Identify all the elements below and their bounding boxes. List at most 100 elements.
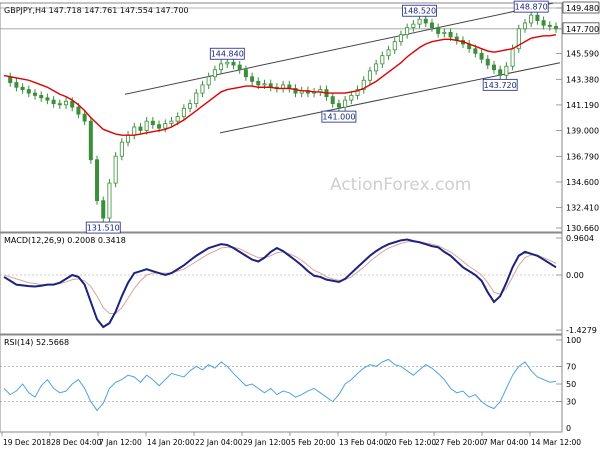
annotation-label: 143.720 <box>484 81 517 90</box>
candle-body <box>522 22 527 30</box>
candle-body <box>45 97 50 101</box>
candle-body <box>188 103 193 109</box>
forex-chart: ActionForex.com GBPJPY,H4 147.718 147.76… <box>0 0 600 447</box>
candle-body <box>504 65 509 76</box>
candle-body <box>101 200 106 219</box>
candle-body <box>119 141 124 157</box>
time-tick-label: 20 Feb 12:00 <box>387 438 436 447</box>
price-annotation: 148.520 <box>402 4 437 17</box>
time-tick-label: 7 Mar 04:00 <box>483 438 529 447</box>
candle-body <box>491 64 496 71</box>
candle-body <box>535 14 540 22</box>
candle-body <box>194 92 199 105</box>
candle-body <box>76 106 81 115</box>
candle-body <box>448 31 453 38</box>
price-tick-label: 130.660 <box>566 224 599 233</box>
macd-tick-label: 0.00 <box>566 271 584 280</box>
time-tick-label: 13 Feb 04:00 <box>339 438 388 447</box>
candle-body <box>20 86 25 90</box>
candle-body <box>181 107 186 117</box>
candle-body <box>51 99 56 105</box>
time-tick-label: 19 Dec 2018 <box>3 438 51 447</box>
candle-body <box>70 100 75 108</box>
price-annotation: 141.000 <box>321 110 357 123</box>
rsi-tick-label: 0 <box>566 424 571 433</box>
price-annotation: 144.840 <box>209 47 245 60</box>
candle-body <box>392 41 397 51</box>
annotation-label: 148.870 <box>515 3 548 12</box>
candle-body <box>144 120 149 131</box>
price-tick-label: 145.590 <box>566 49 599 58</box>
candle-body <box>405 27 410 36</box>
candle-body <box>200 84 205 94</box>
price-tick-label: 141.190 <box>566 101 599 110</box>
rsi-tick-label: 50 <box>566 380 576 389</box>
candle-body <box>479 52 484 60</box>
candle-body <box>473 48 478 54</box>
time-tick-label: 28 Dec 04:00 <box>51 438 102 447</box>
rsi-tick-label: 100 <box>566 336 581 345</box>
candle-body <box>57 103 62 106</box>
candle-body <box>150 120 155 126</box>
macd-title: MACD(12,26,9) 0.2008 0.3418 <box>4 236 126 245</box>
price-tick-label: 132.410 <box>566 204 599 213</box>
candle-body <box>510 48 515 67</box>
price-tick-label: 149.480 <box>566 4 599 13</box>
time-tick-label: 14 Mar 12:00 <box>531 438 581 447</box>
candle-body <box>250 76 255 82</box>
symbol-line: GBPJPY,H4 147.718 147.761 147.554 147.70… <box>4 6 189 15</box>
time-tick-label: 14 Jan 20:00 <box>147 438 195 447</box>
price-annotation: 143.720 <box>482 78 518 91</box>
price-annotation: 148.870 <box>513 0 549 13</box>
candle-body <box>88 120 93 161</box>
price-tick-label: 143.380 <box>566 75 599 84</box>
candle-body <box>411 23 416 29</box>
candle-body <box>262 83 267 86</box>
candle-body <box>39 95 44 99</box>
candle-body <box>14 82 19 88</box>
macd-tick-label: -1.4279 <box>566 326 597 335</box>
candle-body <box>26 89 31 94</box>
candle-body <box>374 63 379 72</box>
candle-body <box>343 99 348 108</box>
candle-body <box>157 124 162 129</box>
time-tick-label: 5 Feb 20:00 <box>291 438 336 447</box>
candle-body <box>547 24 552 27</box>
rsi-line <box>3 358 557 412</box>
macd-signal-line <box>3 240 557 315</box>
time-tick-label: 7 Jan 12:00 <box>99 438 142 447</box>
candle-body <box>82 113 87 122</box>
time-tick-label: 22 Jan 04:00 <box>195 438 243 447</box>
candle-body <box>417 18 422 25</box>
macd-tick-label: 0.9604 <box>566 234 594 243</box>
candle-body <box>33 92 38 96</box>
time-tick-label: 27 Feb 20:00 <box>435 438 484 447</box>
candle-body <box>206 76 211 86</box>
annotation-label: 131.510 <box>87 224 120 233</box>
candle-body <box>212 69 217 78</box>
candle-body <box>231 61 236 66</box>
candle-body <box>436 27 441 34</box>
price-tick-label: 134.600 <box>566 178 599 187</box>
candle-body <box>126 134 131 143</box>
annotation-label: 144.840 <box>211 50 244 59</box>
price-tick-label: 139.000 <box>566 127 599 136</box>
candle-body <box>107 182 112 219</box>
candle-body <box>442 31 447 34</box>
rsi-tick-label: 30 <box>566 398 576 407</box>
candle-body <box>95 159 100 202</box>
candle-body <box>163 123 168 129</box>
time-tick-label: 29 Jan 12:00 <box>243 438 291 447</box>
rsi-title: RSI(14) 52.5668 <box>4 338 69 347</box>
candle-body <box>498 69 503 76</box>
candle-body <box>225 61 230 65</box>
candle-body <box>386 49 391 57</box>
candle-body <box>367 70 372 81</box>
candle-body <box>64 100 69 106</box>
candle-body <box>175 116 180 122</box>
candle-body <box>485 58 490 66</box>
candle-body <box>380 55 385 65</box>
candle-body <box>138 126 143 131</box>
candle-body <box>237 64 242 71</box>
candle-body <box>169 120 174 124</box>
